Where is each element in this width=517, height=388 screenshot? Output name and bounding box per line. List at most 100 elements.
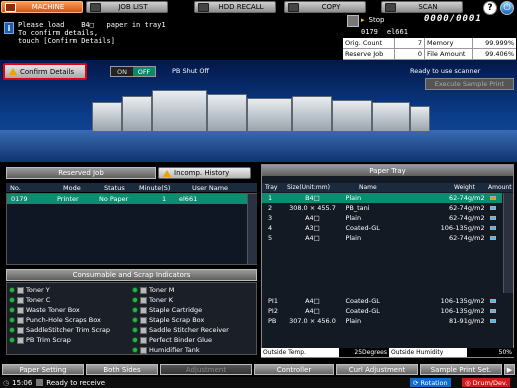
consumable-label: Humidifier Tank — [149, 346, 200, 354]
tray-number: 2 — [268, 204, 273, 212]
tray-amount — [485, 297, 502, 305]
paper-level-icon — [490, 196, 497, 200]
file-amount-value: 99.406% — [485, 50, 514, 58]
tray-weight: 62-74g/m2 — [448, 214, 485, 222]
drum-label: Drum/Dev. — [472, 378, 508, 387]
current-job: 0179 el661 — [361, 28, 408, 36]
tray-row[interactable]: 5 A4□ Plain 62-74g/m2 — [262, 233, 502, 243]
toggle-on[interactable]: ON — [111, 67, 133, 76]
paper-level-icon — [490, 226, 497, 230]
drum-icon: ◎ — [465, 378, 471, 387]
confirm-details-label: Confirm Details — [20, 67, 75, 76]
curl-adjustment-button[interactable]: Curl Adjustment — [336, 364, 418, 375]
tray-size: A3□ — [305, 224, 320, 232]
consumable-staple-scrap: Staple Scrap Box — [132, 316, 204, 324]
tray-number: PI1 — [268, 297, 278, 305]
consumable-label: Saddle Stitcher Receiver — [149, 326, 229, 334]
status-dot-icon — [132, 307, 138, 313]
consumable-label: Toner M — [149, 286, 175, 294]
pb-shut-toggle[interactable]: ON OFF — [110, 66, 156, 77]
message-paper-size: B4□ — [81, 21, 94, 29]
col-mode: Mode — [63, 183, 81, 192]
tray-weight: 106-135g/m2 — [440, 297, 485, 305]
consumable-toner-k: Toner K — [132, 296, 173, 304]
tray-amount — [485, 317, 502, 325]
scanner-status: Ready to use scanner — [410, 67, 481, 75]
consumable-punch-scraps: Punch-Hole Scraps Box — [9, 316, 101, 324]
tray-row[interactable]: 3 A4□ Plain 62-74g/m2 — [262, 213, 502, 223]
tray-size: A4□ — [305, 214, 320, 222]
job-number: 0179 — [361, 28, 378, 36]
machine-unit-finisher — [372, 102, 410, 132]
tab-job-list[interactable]: JOB LIST — [86, 1, 168, 13]
tray-amount — [485, 214, 502, 222]
machine-state: Stop — [368, 16, 385, 24]
paper-level-icon — [490, 299, 497, 303]
tab-hdd-recall[interactable]: HDD RECALL — [194, 1, 276, 13]
clock-icon: ◷ — [3, 378, 10, 387]
tab-copy-label: COPY — [321, 3, 341, 11]
paper-level-icon — [490, 319, 497, 323]
staple-icon — [140, 316, 147, 324]
next-arrow-icon[interactable]: ▶ — [504, 364, 515, 375]
tray-paper-name: Plain — [345, 194, 362, 202]
table-row[interactable]: 0179 Printer No Paper 1 el661 — [7, 194, 256, 204]
job-list-icon — [90, 2, 101, 12]
row-no: 0179 — [11, 195, 28, 203]
incomp-history-button[interactable]: Incomp. History — [158, 167, 251, 179]
tray-row[interactable]: PI2 A4□ Coated-GL 106-135g/m2 — [262, 306, 502, 316]
confirm-details-button[interactable]: Confirm Details — [3, 63, 87, 80]
outside-humidity-label: Outside Humidity — [389, 348, 467, 357]
sample-print-set-button[interactable]: Sample Print Set. — [420, 364, 502, 375]
copy-icon — [288, 2, 299, 12]
reserved-job-list: 0179 Printer No Paper 1 el661 — [6, 193, 257, 265]
tab-scan[interactable]: SCAN — [381, 1, 463, 13]
machine-unit-inserter — [247, 98, 292, 132]
message-line-1: Please load B4□ paper in tray1 — [18, 21, 166, 29]
tray-row[interactable]: PB 307.0 × 456.0 Plain 81-91g/m2 — [262, 316, 502, 326]
tray-row[interactable]: PI1 A4□ Coated-GL 106-135g/m2 — [262, 296, 502, 306]
toner-icon — [140, 286, 147, 294]
tray-row[interactable]: 1 B4□ Plain 62-74g/m2 — [262, 193, 502, 203]
humidifier-icon — [140, 346, 147, 354]
tray-row[interactable]: 4 A3□ Coated-GL 106-135g/m2 — [262, 223, 502, 233]
orig-count-label: Orig. Count — [343, 38, 395, 48]
execute-sample-print-button[interactable]: Execute Sample Print — [425, 78, 514, 90]
tray-paper-name: Plain — [345, 234, 362, 242]
tray-columns: Tray Size(Unit:mm) Name Weight Amount — [262, 183, 513, 192]
adjustment-button[interactable]: Adjustment — [160, 364, 252, 375]
staple-icon — [140, 306, 147, 314]
printer-small-icon — [36, 379, 44, 386]
tray-weight: 81-91g/m2 — [448, 317, 485, 325]
orig-count-value: 7 — [395, 38, 425, 48]
tray-size: 308.0 × 455.7 — [289, 204, 336, 212]
consumable-staple-cartridge: Staple Cartridge — [132, 306, 202, 314]
tray-size: 307.0 × 456.0 — [289, 317, 336, 325]
tray-weight: 62-74g/m2 — [448, 234, 485, 242]
warning-icon — [163, 169, 171, 177]
help-button[interactable]: ? — [483, 1, 497, 15]
paper-level-icon — [490, 216, 497, 220]
paper-setting-button[interactable]: Paper Setting — [2, 364, 84, 375]
power-icon[interactable]: ⏻ — [500, 1, 514, 15]
consumable-label: Toner K — [149, 296, 173, 304]
col-tray: Tray — [265, 184, 278, 191]
paper-tray-header: Paper Tray — [262, 165, 513, 176]
consumable-label: Toner Y — [26, 286, 50, 294]
file-amount-label: File Amount — [425, 49, 473, 59]
controller-button[interactable]: Controller — [254, 364, 334, 375]
tab-copy[interactable]: COPY — [284, 1, 366, 13]
consumable-saddle-trim: SaddleStitcher Trim Scrap — [9, 326, 110, 334]
both-sides-button[interactable]: Both Sides — [86, 364, 158, 375]
tray-row[interactable]: 2 308.0 × 455.7 PB_tani 62-74g/m2 — [262, 203, 502, 213]
consumables-panel: Toner Y Toner C Waste Toner Box Punch-Ho… — [6, 282, 257, 355]
tray-scrollbar[interactable] — [503, 193, 513, 293]
tray-size: A4□ — [305, 234, 320, 242]
reserved-job-header: Reserved Job — [6, 167, 156, 179]
tab-machine[interactable]: MACHINE — [1, 1, 83, 13]
toggle-off[interactable]: OFF — [133, 67, 155, 76]
hdd-icon — [198, 2, 209, 12]
tray-paper-name: Coated-GL — [345, 224, 380, 232]
reserved-scrollbar[interactable] — [247, 194, 257, 264]
machine-unit-stacker — [332, 100, 372, 132]
